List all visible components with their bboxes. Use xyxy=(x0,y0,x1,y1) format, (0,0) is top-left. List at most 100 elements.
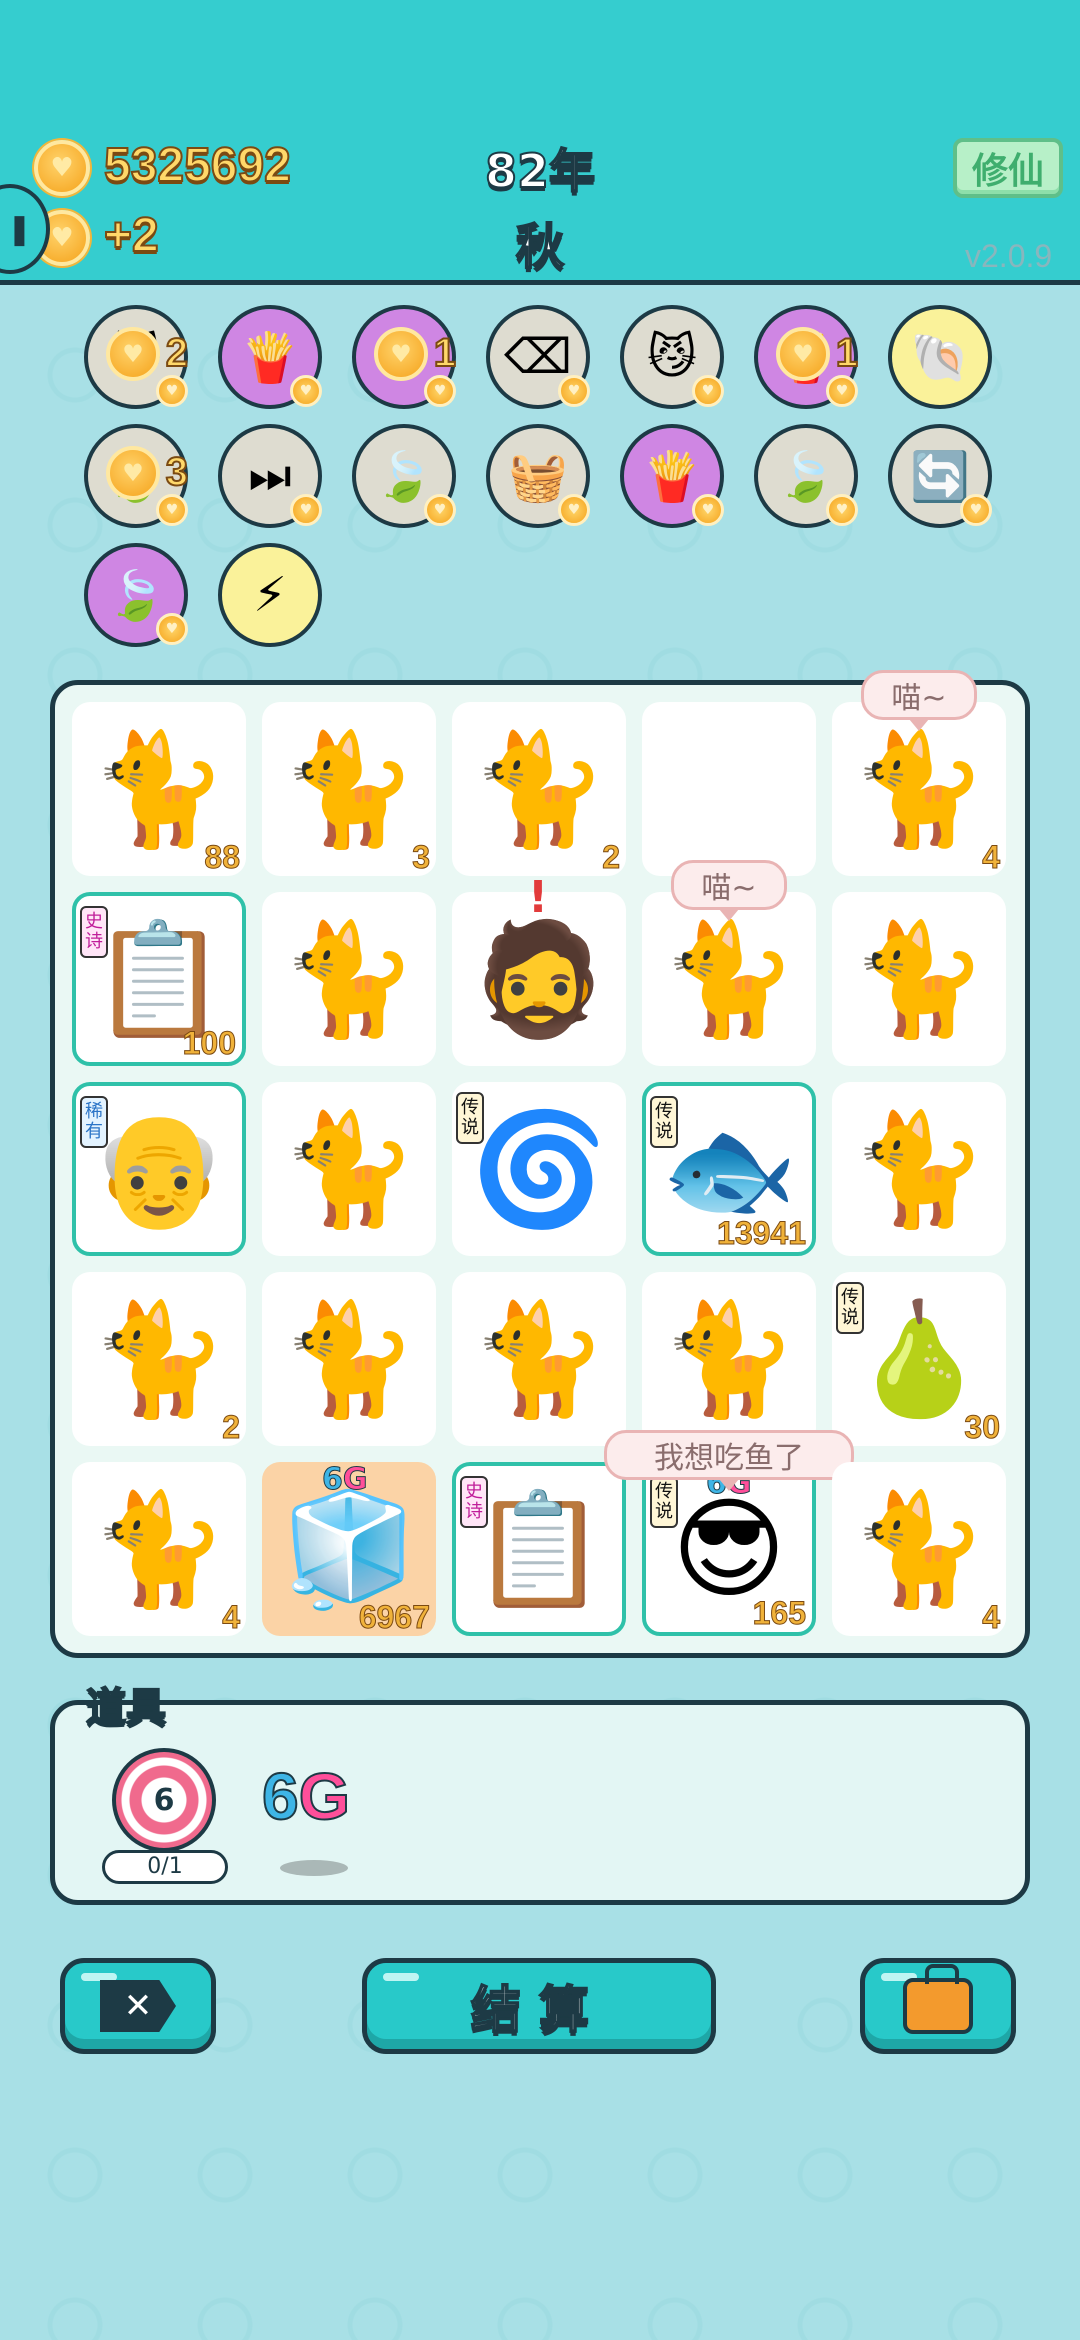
heart-coin-icon: ♥ xyxy=(558,375,590,407)
piece-value: 4 xyxy=(222,1599,241,1636)
board-cell[interactable]: 🌀 传说 xyxy=(452,1082,626,1256)
piece-icon: 📋 xyxy=(470,1485,608,1613)
prop-6g-prefix: 6 xyxy=(261,1758,300,1834)
coin-rate: +2 xyxy=(103,208,160,263)
leaf-item[interactable]: 🍃♥3♥ xyxy=(84,424,189,528)
piece-value: 2 xyxy=(602,839,621,876)
piece-value: 2 xyxy=(222,1409,241,1446)
board-cell[interactable]: 🍐 30 传说 xyxy=(832,1272,1006,1446)
prop-6g[interactable]: 6G xyxy=(261,1758,351,1834)
piece-icon: 🧊 xyxy=(280,1485,418,1613)
piece-value: 6967 xyxy=(358,1599,430,1636)
season-label: 秋 xyxy=(515,218,565,276)
board-cell[interactable]: 🐈 xyxy=(832,1082,1006,1256)
fries-item[interactable]: 🍟 ♥ xyxy=(218,305,322,409)
refresh-item[interactable]: 🔄 ♥ xyxy=(888,424,992,528)
item-count: 1 xyxy=(433,330,457,376)
piece-icon: 🐈 xyxy=(280,1105,418,1233)
cat-eyes-item[interactable]: 😼 ♥ xyxy=(620,305,724,409)
basket-item[interactable]: 🧺 ♥ xyxy=(486,424,590,528)
fries-item-3-icon: 🍟 xyxy=(642,448,702,505)
piece-icon: 😎 xyxy=(671,1485,787,1613)
prop-shadow xyxy=(280,1860,348,1876)
board-cell[interactable]: 🐈 2 xyxy=(72,1272,246,1446)
piece-icon: 🐈 xyxy=(90,725,228,853)
piece-icon: 👴 xyxy=(90,1105,228,1233)
board-cell[interactable]: 🐈 xyxy=(832,892,1006,1066)
leaf-item-2[interactable]: 🍃 ♥ xyxy=(352,424,456,528)
bag-button[interactable] xyxy=(860,1958,1016,2054)
heart-coin-icon: ♥ xyxy=(156,375,188,407)
board-cell[interactable]: 🐈 3 xyxy=(262,702,436,876)
board-cell[interactable]: 📋 100 史诗 xyxy=(72,892,246,1066)
rarity-tag: 史诗 xyxy=(460,1476,488,1528)
settle-button[interactable]: 结算 xyxy=(362,1958,716,2054)
lightning-item-icon: ⚡ xyxy=(253,567,287,623)
board-cell[interactable] xyxy=(642,702,816,876)
close-button[interactable]: ✕ xyxy=(60,1958,216,2054)
rarity-tag: 传说 xyxy=(456,1092,484,1144)
coin-icon: ♥ xyxy=(34,140,90,196)
board-cell[interactable]: 🐈 xyxy=(452,1272,626,1446)
piece-value: 88 xyxy=(204,839,241,876)
close-icon: ✕ xyxy=(100,1980,176,2032)
heart-coin-icon: ♥ xyxy=(424,494,456,526)
lightning-item[interactable]: ⚡ xyxy=(218,543,322,647)
piece-icon: 🍐 xyxy=(850,1295,988,1423)
piece-icon: 🐈 xyxy=(850,915,988,1043)
leaf-item-3[interactable]: 🍃 ♥ xyxy=(754,424,858,528)
target-prop-button[interactable]: 6 xyxy=(112,1748,216,1852)
item-count: 1 xyxy=(835,330,859,376)
top-header: ♥ 5325692 ♥ +2 82年 秋 修仙 v2.0.9 ❚❚ xyxy=(0,0,1080,285)
board-cell[interactable]: 📋 史诗 xyxy=(452,1462,626,1636)
fries-item-2[interactable]: 🍟♥1♥ xyxy=(754,305,859,409)
coin-icon: ♥ xyxy=(106,446,160,500)
board-cell[interactable]: 👴 稀有 xyxy=(72,1082,246,1256)
board-cell[interactable]: 🐈 xyxy=(642,1272,816,1446)
piece-value: 13941 xyxy=(717,1215,807,1252)
heart-coin-icon: ♥ xyxy=(826,494,858,526)
piece-icon: 🐈 xyxy=(280,915,418,1043)
alert-icon: ! xyxy=(528,872,549,923)
board-cell[interactable]: 🐈 2 xyxy=(452,702,626,876)
rarity-tag: 史诗 xyxy=(80,906,108,958)
piece-icon: 🐈 xyxy=(90,1485,228,1613)
piece-icon: 🐈 xyxy=(470,1295,608,1423)
piece-icon: 🐈 xyxy=(280,1295,418,1423)
piece-icon: 🐈 xyxy=(850,725,988,853)
board-cell[interactable]: 🐟 13941 传说 xyxy=(642,1082,816,1256)
piece-icon: 🐈 xyxy=(850,1485,988,1613)
leaf-item-4[interactable]: 🍃 ♥ xyxy=(84,543,188,647)
recycle-item[interactable]: ♻♥1♥ xyxy=(352,305,457,409)
heart-coin-icon: ♥ xyxy=(960,494,992,526)
skip-item[interactable]: ⏭ ♥ xyxy=(218,424,322,528)
board-cell[interactable]: 🐈 xyxy=(262,1272,436,1446)
side-menu-button[interactable]: ❚❚ xyxy=(0,184,50,274)
piece-icon: 📋 xyxy=(90,915,228,1043)
settle-label: 结算 xyxy=(470,1980,607,2040)
board-cell[interactable]: 🐈 xyxy=(262,892,436,1066)
board-cell[interactable]: 🐈 88 xyxy=(72,702,246,876)
button-highlight xyxy=(81,1973,117,1981)
piece-icon: 🐈 xyxy=(850,1105,988,1233)
piece-value: 3 xyxy=(412,839,431,876)
speech-bubble: 喵~ xyxy=(671,860,787,910)
fries-item-3[interactable]: 🍟 ♥ xyxy=(620,424,724,528)
board-cell[interactable]: 🐈 xyxy=(262,1082,436,1256)
target-value: 6 xyxy=(153,1782,175,1818)
board-cell[interactable]: 🧊 6967 6G xyxy=(262,1462,436,1636)
piece-icon: 🌀 xyxy=(470,1105,608,1233)
delete-item[interactable]: ⌫ ♥ xyxy=(486,305,590,409)
heart-coin-icon: ♥ xyxy=(826,375,858,407)
shell-item[interactable]: 🐚 xyxy=(888,305,992,409)
cat-item[interactable]: 🐱♥2♥ xyxy=(84,305,189,409)
board-cell[interactable]: 🐈 4 xyxy=(832,1462,1006,1636)
piece-value: 165 xyxy=(752,1595,806,1632)
target-progress: 0/1 xyxy=(102,1850,228,1884)
leaf-item-4-icon: 🍃 xyxy=(106,567,166,624)
speech-bubble: 喵~ xyxy=(861,670,977,720)
heart-coin-icon: ♥ xyxy=(692,375,724,407)
year-label: 82年 xyxy=(484,143,596,199)
board-cell[interactable]: 🐈 4 xyxy=(72,1462,246,1636)
cultivation-mode-button[interactable]: 修仙 xyxy=(953,138,1063,198)
